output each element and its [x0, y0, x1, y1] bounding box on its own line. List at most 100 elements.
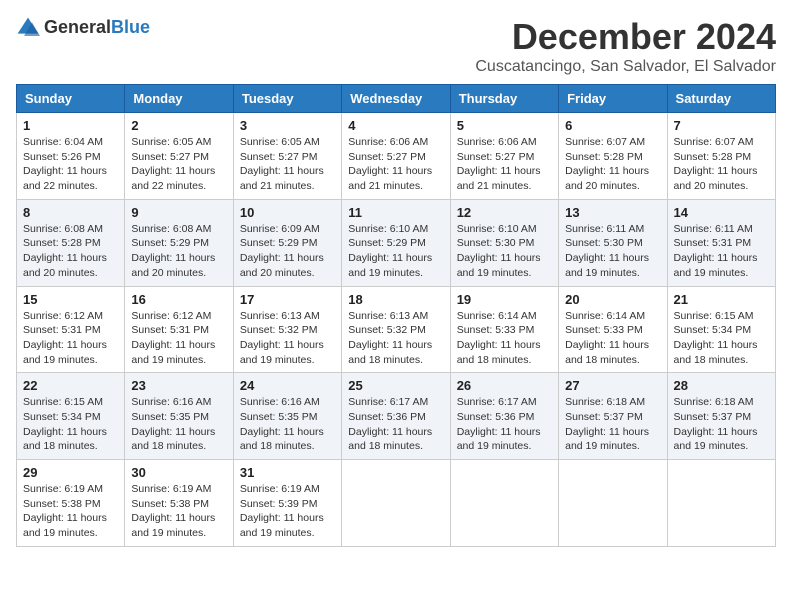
day-number: 31 [240, 465, 335, 480]
month-title: December 2024 [475, 16, 776, 58]
day-detail: Sunrise: 6:12 AMSunset: 5:31 PMDaylight:… [23, 310, 107, 366]
day-number: 29 [23, 465, 118, 480]
calendar-cell: 30 Sunrise: 6:19 AMSunset: 5:38 PMDaylig… [125, 460, 233, 547]
day-detail: Sunrise: 6:16 AMSunset: 5:35 PMDaylight:… [240, 396, 324, 452]
calendar-week-2: 8 Sunrise: 6:08 AMSunset: 5:28 PMDayligh… [17, 199, 776, 286]
calendar-cell: 11 Sunrise: 6:10 AMSunset: 5:29 PMDaylig… [342, 199, 450, 286]
day-number: 8 [23, 205, 118, 220]
day-number: 9 [131, 205, 226, 220]
calendar-cell: 31 Sunrise: 6:19 AMSunset: 5:39 PMDaylig… [233, 460, 341, 547]
logo: GeneralBlue [16, 16, 150, 40]
day-detail: Sunrise: 6:11 AMSunset: 5:30 PMDaylight:… [565, 223, 649, 279]
day-detail: Sunrise: 6:08 AMSunset: 5:28 PMDaylight:… [23, 223, 107, 279]
day-number: 14 [674, 205, 769, 220]
day-detail: Sunrise: 6:07 AMSunset: 5:28 PMDaylight:… [674, 136, 758, 192]
day-number: 15 [23, 292, 118, 307]
calendar-cell: 19 Sunrise: 6:14 AMSunset: 5:33 PMDaylig… [450, 286, 558, 373]
calendar-cell: 17 Sunrise: 6:13 AMSunset: 5:32 PMDaylig… [233, 286, 341, 373]
calendar-cell: 8 Sunrise: 6:08 AMSunset: 5:28 PMDayligh… [17, 199, 125, 286]
day-detail: Sunrise: 6:18 AMSunset: 5:37 PMDaylight:… [565, 396, 649, 452]
calendar-cell: 27 Sunrise: 6:18 AMSunset: 5:37 PMDaylig… [559, 373, 667, 460]
day-detail: Sunrise: 6:19 AMSunset: 5:39 PMDaylight:… [240, 483, 324, 539]
day-detail: Sunrise: 6:15 AMSunset: 5:34 PMDaylight:… [674, 310, 758, 366]
day-number: 12 [457, 205, 552, 220]
calendar-cell: 15 Sunrise: 6:12 AMSunset: 5:31 PMDaylig… [17, 286, 125, 373]
day-number: 30 [131, 465, 226, 480]
day-detail: Sunrise: 6:07 AMSunset: 5:28 PMDaylight:… [565, 136, 649, 192]
day-detail: Sunrise: 6:19 AMSunset: 5:38 PMDaylight:… [23, 483, 107, 539]
day-detail: Sunrise: 6:04 AMSunset: 5:26 PMDaylight:… [23, 136, 107, 192]
day-detail: Sunrise: 6:05 AMSunset: 5:27 PMDaylight:… [240, 136, 324, 192]
day-number: 28 [674, 378, 769, 393]
day-number: 25 [348, 378, 443, 393]
day-number: 20 [565, 292, 660, 307]
calendar-cell: 7 Sunrise: 6:07 AMSunset: 5:28 PMDayligh… [667, 113, 775, 200]
day-detail: Sunrise: 6:06 AMSunset: 5:27 PMDaylight:… [348, 136, 432, 192]
calendar-header-wednesday: Wednesday [342, 85, 450, 113]
title-section: December 2024 Cuscatancingo, San Salvado… [475, 16, 776, 76]
day-number: 16 [131, 292, 226, 307]
day-number: 21 [674, 292, 769, 307]
day-detail: Sunrise: 6:11 AMSunset: 5:31 PMDaylight:… [674, 223, 758, 279]
calendar-cell [559, 460, 667, 547]
calendar-week-3: 15 Sunrise: 6:12 AMSunset: 5:31 PMDaylig… [17, 286, 776, 373]
calendar-cell: 20 Sunrise: 6:14 AMSunset: 5:33 PMDaylig… [559, 286, 667, 373]
calendar-cell: 3 Sunrise: 6:05 AMSunset: 5:27 PMDayligh… [233, 113, 341, 200]
calendar-header-monday: Monday [125, 85, 233, 113]
day-number: 5 [457, 118, 552, 133]
calendar-cell: 23 Sunrise: 6:16 AMSunset: 5:35 PMDaylig… [125, 373, 233, 460]
day-detail: Sunrise: 6:16 AMSunset: 5:35 PMDaylight:… [131, 396, 215, 452]
calendar-cell: 4 Sunrise: 6:06 AMSunset: 5:27 PMDayligh… [342, 113, 450, 200]
calendar-cell: 1 Sunrise: 6:04 AMSunset: 5:26 PMDayligh… [17, 113, 125, 200]
calendar-cell: 22 Sunrise: 6:15 AMSunset: 5:34 PMDaylig… [17, 373, 125, 460]
day-detail: Sunrise: 6:17 AMSunset: 5:36 PMDaylight:… [457, 396, 541, 452]
calendar-cell: 28 Sunrise: 6:18 AMSunset: 5:37 PMDaylig… [667, 373, 775, 460]
location-title: Cuscatancingo, San Salvador, El Salvador [475, 58, 776, 76]
day-number: 2 [131, 118, 226, 133]
day-detail: Sunrise: 6:17 AMSunset: 5:36 PMDaylight:… [348, 396, 432, 452]
day-number: 23 [131, 378, 226, 393]
day-number: 10 [240, 205, 335, 220]
calendar-cell: 18 Sunrise: 6:13 AMSunset: 5:32 PMDaylig… [342, 286, 450, 373]
day-detail: Sunrise: 6:05 AMSunset: 5:27 PMDaylight:… [131, 136, 215, 192]
calendar-header-saturday: Saturday [667, 85, 775, 113]
calendar-body: 1 Sunrise: 6:04 AMSunset: 5:26 PMDayligh… [17, 113, 776, 547]
day-detail: Sunrise: 6:14 AMSunset: 5:33 PMDaylight:… [565, 310, 649, 366]
logo-icon [16, 16, 40, 40]
day-detail: Sunrise: 6:19 AMSunset: 5:38 PMDaylight:… [131, 483, 215, 539]
calendar-cell: 24 Sunrise: 6:16 AMSunset: 5:35 PMDaylig… [233, 373, 341, 460]
calendar-header-tuesday: Tuesday [233, 85, 341, 113]
day-detail: Sunrise: 6:12 AMSunset: 5:31 PMDaylight:… [131, 310, 215, 366]
day-number: 1 [23, 118, 118, 133]
calendar-cell: 14 Sunrise: 6:11 AMSunset: 5:31 PMDaylig… [667, 199, 775, 286]
calendar-cell: 9 Sunrise: 6:08 AMSunset: 5:29 PMDayligh… [125, 199, 233, 286]
day-number: 13 [565, 205, 660, 220]
day-detail: Sunrise: 6:18 AMSunset: 5:37 PMDaylight:… [674, 396, 758, 452]
calendar-cell: 13 Sunrise: 6:11 AMSunset: 5:30 PMDaylig… [559, 199, 667, 286]
calendar-header-friday: Friday [559, 85, 667, 113]
day-number: 4 [348, 118, 443, 133]
calendar-cell [450, 460, 558, 547]
calendar-header-row: SundayMondayTuesdayWednesdayThursdayFrid… [17, 85, 776, 113]
calendar-header-thursday: Thursday [450, 85, 558, 113]
day-number: 26 [457, 378, 552, 393]
day-number: 18 [348, 292, 443, 307]
calendar-cell: 5 Sunrise: 6:06 AMSunset: 5:27 PMDayligh… [450, 113, 558, 200]
calendar-week-1: 1 Sunrise: 6:04 AMSunset: 5:26 PMDayligh… [17, 113, 776, 200]
day-detail: Sunrise: 6:10 AMSunset: 5:30 PMDaylight:… [457, 223, 541, 279]
day-detail: Sunrise: 6:10 AMSunset: 5:29 PMDaylight:… [348, 223, 432, 279]
calendar-cell: 12 Sunrise: 6:10 AMSunset: 5:30 PMDaylig… [450, 199, 558, 286]
calendar-week-4: 22 Sunrise: 6:15 AMSunset: 5:34 PMDaylig… [17, 373, 776, 460]
day-detail: Sunrise: 6:15 AMSunset: 5:34 PMDaylight:… [23, 396, 107, 452]
calendar-cell: 2 Sunrise: 6:05 AMSunset: 5:27 PMDayligh… [125, 113, 233, 200]
day-number: 17 [240, 292, 335, 307]
calendar-cell [342, 460, 450, 547]
calendar-week-5: 29 Sunrise: 6:19 AMSunset: 5:38 PMDaylig… [17, 460, 776, 547]
day-number: 22 [23, 378, 118, 393]
calendar-cell: 29 Sunrise: 6:19 AMSunset: 5:38 PMDaylig… [17, 460, 125, 547]
day-number: 7 [674, 118, 769, 133]
day-number: 6 [565, 118, 660, 133]
day-number: 3 [240, 118, 335, 133]
calendar-cell: 25 Sunrise: 6:17 AMSunset: 5:36 PMDaylig… [342, 373, 450, 460]
day-number: 27 [565, 378, 660, 393]
